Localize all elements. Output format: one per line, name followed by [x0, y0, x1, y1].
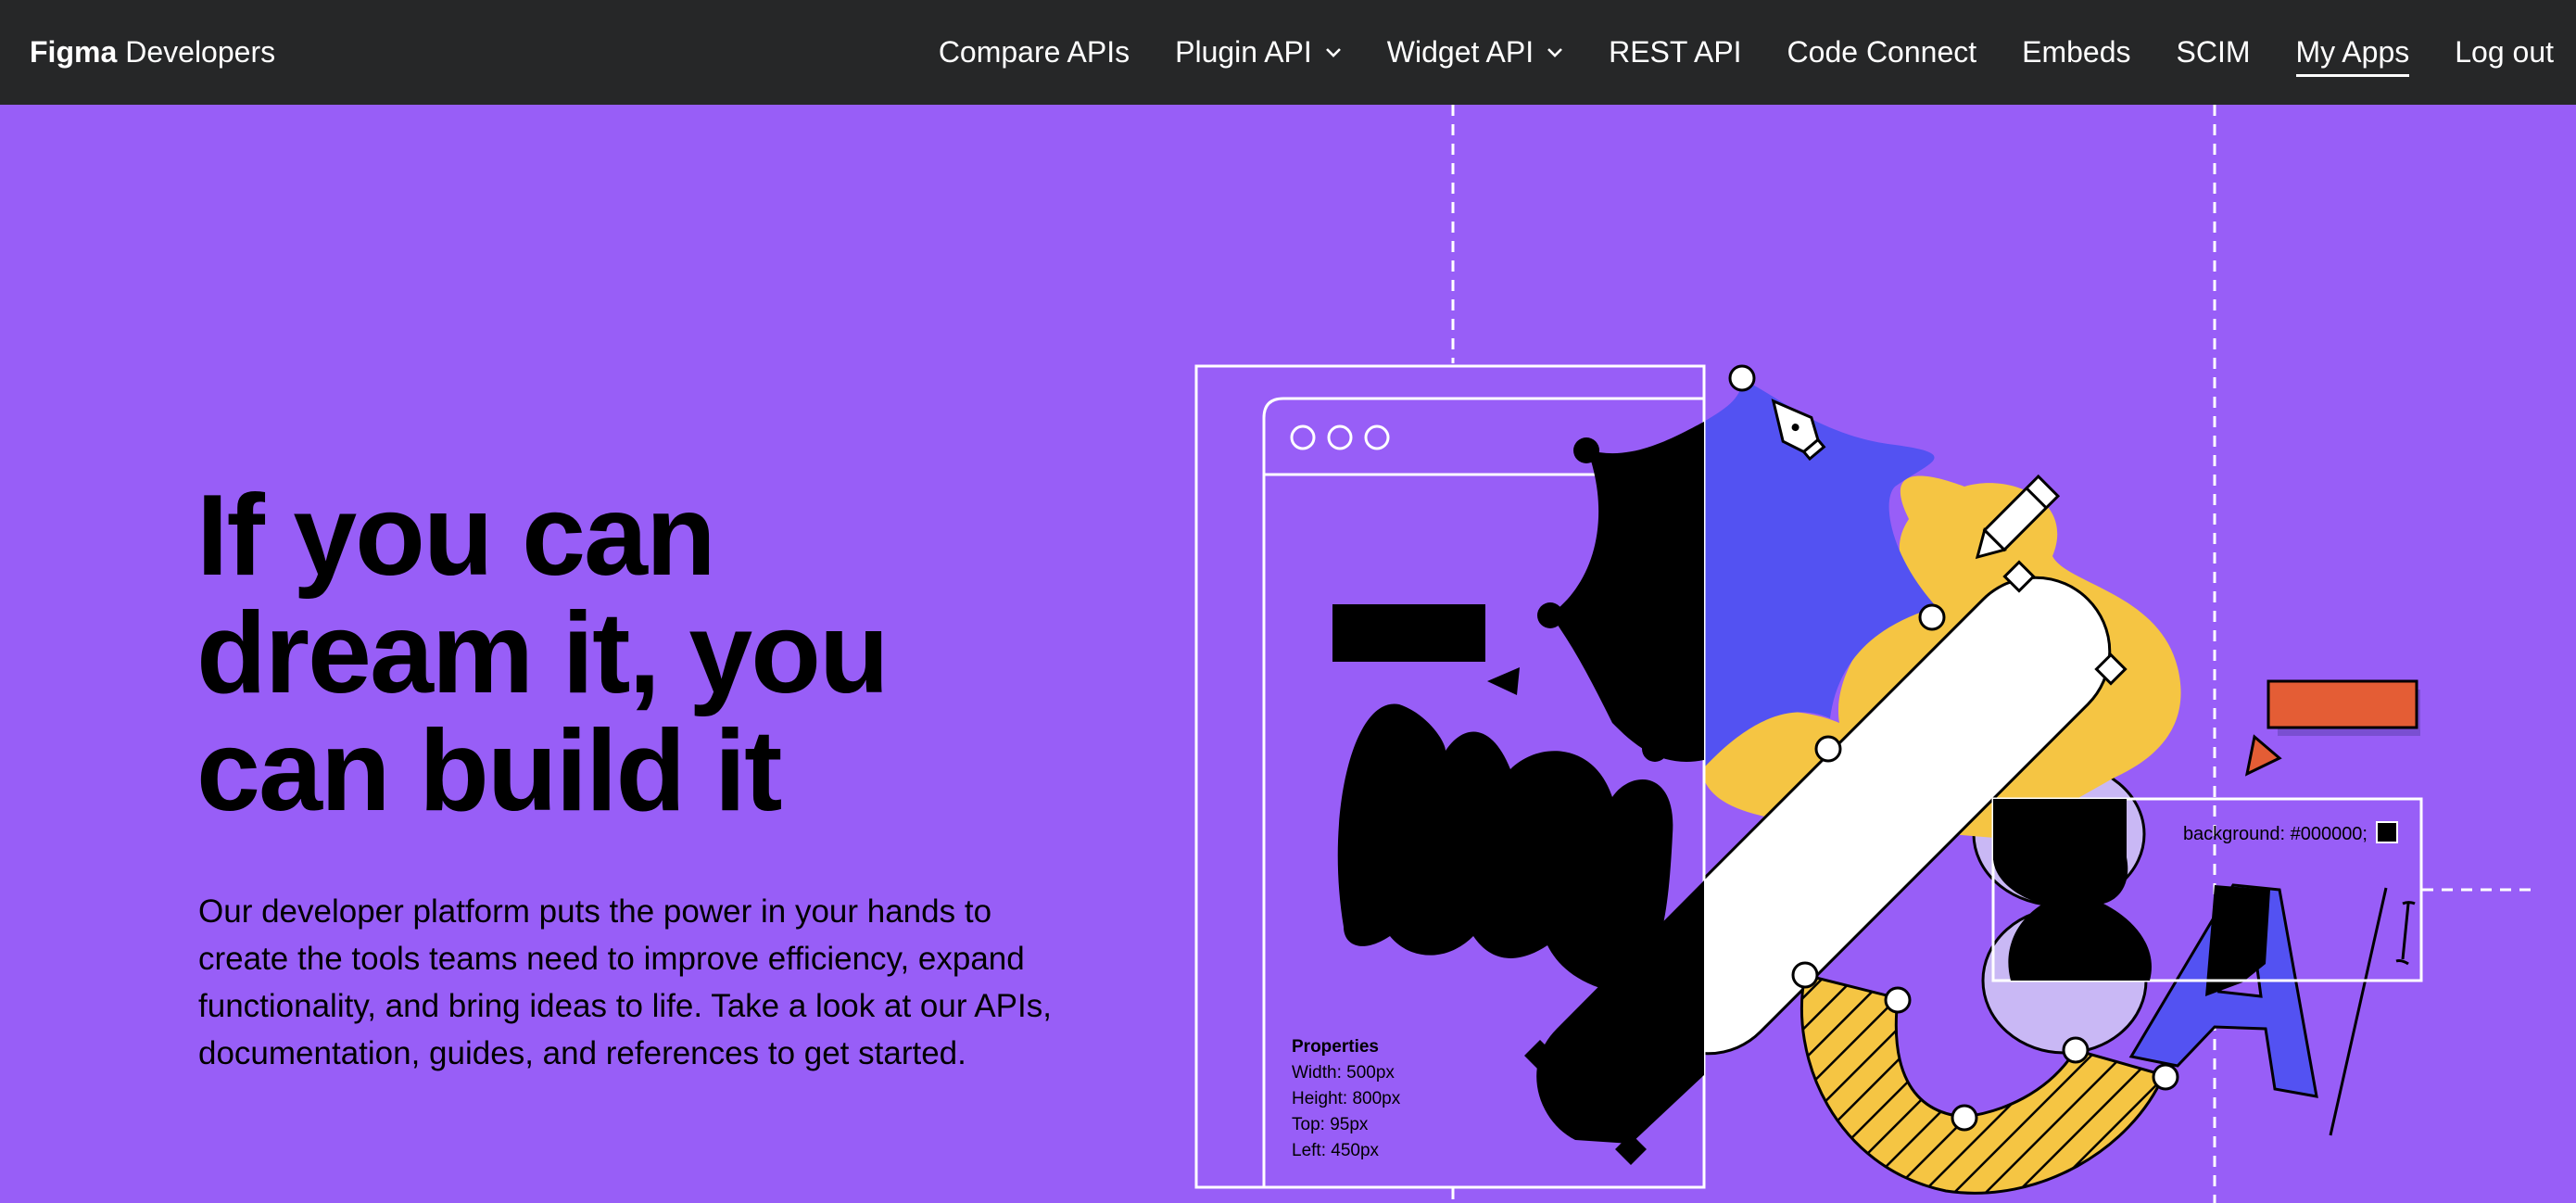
- brand-logo[interactable]: Figma Developers: [30, 0, 275, 105]
- nav-label: Compare APIs: [938, 35, 1130, 69]
- nav-item-widget-api[interactable]: Widget API: [1387, 35, 1563, 70]
- hero-illustration: background: #000000; Properties Width: 5…: [1194, 105, 2534, 1203]
- nav-menu: Compare APIs Plugin API Widget API REST …: [939, 0, 2554, 105]
- nav-label: Log out: [2455, 35, 2554, 69]
- ibeam-icon: [2395, 901, 2416, 966]
- anchor-point: [1884, 986, 1912, 1014]
- black-rect: [1332, 604, 1485, 662]
- chevron-down-icon: [1547, 47, 1562, 57]
- nav-label: Embeds: [2022, 35, 2131, 69]
- nav-label: Widget API: [1386, 35, 1534, 69]
- anchor-point: [1791, 961, 1819, 989]
- nav-item-code-connect[interactable]: Code Connect: [1787, 35, 1977, 70]
- inspect-black-mask: [1993, 799, 2127, 860]
- properties-height: Height: 800px: [1292, 1089, 1401, 1108]
- anchor-point: [1728, 364, 1756, 392]
- properties-width: Width: 500px: [1292, 1063, 1395, 1083]
- orange-rect: [2267, 679, 2418, 729]
- nav-label: Code Connect: [1787, 35, 1977, 69]
- orange-cursor-icon: [2244, 734, 2282, 777]
- properties-left: Left: 450px: [1292, 1141, 1380, 1160]
- nav-item-plugin-api[interactable]: Plugin API: [1175, 35, 1342, 70]
- color-swatch: [2376, 821, 2398, 843]
- anchor-point: [2062, 1036, 2090, 1064]
- top-navigation-bar: Figma Developers Compare APIs Plugin API…: [0, 0, 2576, 105]
- anchor-point: [1814, 735, 1842, 763]
- anchor-point: [1918, 603, 1946, 631]
- nav-label: REST API: [1609, 35, 1742, 69]
- nav-label: Plugin API: [1175, 35, 1312, 69]
- nav-item-log-out[interactable]: Log out: [2455, 35, 2554, 70]
- nav-label: SCIM: [2176, 35, 2251, 69]
- anchor-point: [2152, 1063, 2179, 1091]
- chevron-down-icon: [1325, 47, 1341, 57]
- brand-name-suffix: Developers: [125, 35, 276, 69]
- nav-item-rest-api[interactable]: REST API: [1609, 35, 1741, 70]
- nav-item-scim[interactable]: SCIM: [2177, 35, 2251, 70]
- nav-label: My Apps: [2295, 35, 2410, 77]
- anchor-point: [1573, 437, 1599, 463]
- nav-item-embeds[interactable]: Embeds: [2022, 35, 2130, 70]
- brand-name-bold: Figma: [30, 35, 118, 69]
- properties-title: Properties: [1292, 1037, 1379, 1057]
- text-cursor-line: [2329, 887, 2388, 1136]
- nav-item-compare-apis[interactable]: Compare APIs: [939, 35, 1130, 70]
- anchor-point: [1642, 736, 1668, 762]
- properties-top: Top: 95px: [1292, 1115, 1369, 1134]
- anchor-point: [1951, 1104, 1978, 1132]
- nav-item-my-apps[interactable]: My Apps: [2295, 28, 2410, 77]
- background-label: background: #000000;: [2183, 824, 2368, 844]
- anchor-point: [1537, 602, 1563, 628]
